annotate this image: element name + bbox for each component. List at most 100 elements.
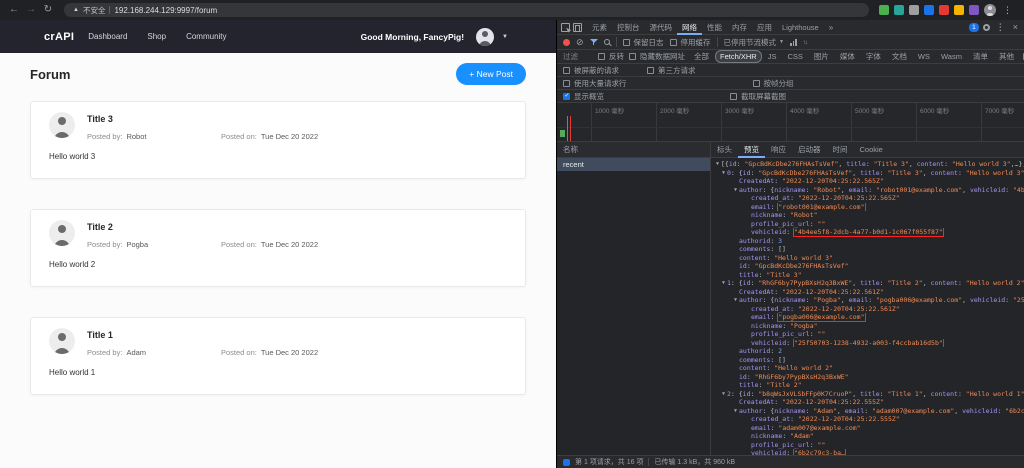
import-export-icon[interactable]: ↑↓ <box>803 39 808 46</box>
profile-avatar[interactable] <box>984 4 996 16</box>
third-party-checkbox[interactable]: 第三方请求 <box>647 65 696 76</box>
disable-cache-checkbox[interactable]: 停用缓存 <box>669 37 711 48</box>
json-line[interactable]: nickname: "Pogba" <box>713 322 1024 331</box>
throttling-dropdown[interactable]: 已停用节流模式 ▼ <box>724 37 784 48</box>
json-line[interactable]: ▼ 2: {id: "b8qWsJxVLSbFFp0K7CruoP", title… <box>713 390 1024 399</box>
filter-pill[interactable]: 全部 <box>690 51 713 62</box>
hide-data-urls-checkbox[interactable]: 隐藏数据网址 <box>629 51 685 62</box>
close-icon[interactable]: × <box>1011 22 1020 32</box>
extension-icon-6[interactable] <box>954 5 964 15</box>
post-card[interactable]: Title 3 Posted by: Robot Posted on: Tue De… <box>30 101 526 179</box>
filter-pill[interactable]: Wasm <box>937 51 966 62</box>
crapi-logo[interactable]: crAPI <box>44 31 74 43</box>
url-bar[interactable]: ▲ 不安全 192.168.244.129:9997/forum <box>64 3 869 17</box>
invert-checkbox[interactable]: 反转 <box>598 51 624 62</box>
filter-pill[interactable]: JS <box>764 51 781 62</box>
checked-checkbox[interactable] <box>563 92 570 100</box>
devtools-tab[interactable]: 元素 <box>587 20 612 35</box>
json-line[interactable]: id: "RhGF6by7PypBXsH2q3BxWE" <box>713 373 1024 382</box>
issues-badge[interactable]: 1 <box>969 22 979 32</box>
inspect-element-icon[interactable] <box>561 22 570 32</box>
post-title[interactable]: Title 2 <box>87 222 318 232</box>
checkbox[interactable] <box>622 38 630 46</box>
network-conditions-icon[interactable] <box>790 38 797 46</box>
devtools-tab[interactable]: Lighthouse <box>777 20 824 35</box>
capture-screenshots-checkbox[interactable]: 截取屏幕截图 <box>730 91 786 102</box>
json-line[interactable]: email: "robot001@example.com" <box>713 202 1024 211</box>
search-icon[interactable] <box>603 39 610 45</box>
extension-icon-4[interactable] <box>924 5 934 15</box>
json-line[interactable]: comments: [] <box>713 245 1024 254</box>
more-tabs-icon[interactable]: » <box>827 23 835 32</box>
filter-pill[interactable]: 清单 <box>969 51 992 62</box>
json-line[interactable]: ▼ author: {nickname: "Adam", email: "adam… <box>713 407 1024 416</box>
json-line[interactable]: authorid: 3 <box>713 237 1024 246</box>
browser-menu-icon[interactable]: ⋮ <box>1001 5 1014 16</box>
device-toolbar-icon[interactable] <box>573 22 582 32</box>
new-post-button[interactable]: + New Post <box>456 63 526 85</box>
json-line[interactable]: content: "Hello world 2" <box>713 364 1024 373</box>
large-rows-checkbox[interactable]: 使用大量请求行 <box>563 78 627 89</box>
json-line[interactable]: ▼ author: {nickname: "Pogba", email: "pog… <box>713 296 1024 305</box>
extension-icon-3[interactable] <box>909 5 919 15</box>
json-line[interactable]: content: "Hello world 3" <box>713 254 1024 263</box>
post-card[interactable]: Title 1 Posted by: Adam Posted on: Tue Dec… <box>30 317 526 395</box>
clear-icon[interactable]: ⊘ <box>576 37 584 47</box>
back-icon[interactable]: ← <box>8 0 20 20</box>
post-title[interactable]: Title 1 <box>87 330 318 340</box>
devtools-tab[interactable]: 源代码 <box>645 20 678 35</box>
chevron-down-icon[interactable]: ▼ <box>502 34 508 40</box>
group-by-frame-checkbox[interactable]: 按帧分组 <box>752 78 794 89</box>
filter-pill[interactable]: 媒体 <box>836 51 859 62</box>
json-line[interactable]: authorid: 2 <box>713 347 1024 356</box>
devtools-tab[interactable]: 应用 <box>752 20 777 35</box>
json-line[interactable]: created_at: "2022-12-20T04:25:22.561Z" <box>713 305 1024 314</box>
detail-tab[interactable]: 响应 <box>765 142 792 158</box>
preserve-log-checkbox[interactable]: 保留日志 <box>622 37 664 48</box>
filter-pill[interactable]: CSS <box>783 51 806 62</box>
post-title[interactable]: Title 3 <box>87 114 318 124</box>
json-line[interactable]: ▼ 1: {id: "RhGF6by7PypBXsH2q3BxWE", title… <box>713 279 1024 288</box>
network-overview-timeline[interactable]: 1000 毫秒 2000 毫秒 3000 毫秒 4000 毫秒 5000 毫秒 6000 … <box>557 103 1024 142</box>
detail-tab[interactable]: 标头 <box>711 142 738 158</box>
forward-icon[interactable]: → <box>25 0 37 20</box>
user-avatar[interactable] <box>476 27 495 46</box>
post-card[interactable]: Title 2 Posted by: Pogba Posted on: Tue De… <box>30 209 526 287</box>
filter-pill[interactable]: 其他 <box>995 51 1018 62</box>
detail-tab[interactable]: 时间 <box>827 142 854 158</box>
filter-icon[interactable] <box>589 38 598 46</box>
devtools-tab[interactable]: 网络 <box>677 20 702 35</box>
json-line[interactable]: email: "pogba006@example.com" <box>713 313 1024 322</box>
filter-input[interactable]: 过滤 <box>563 51 593 62</box>
filter-pill[interactable]: Fetch/XHR <box>716 51 761 62</box>
name-column-header[interactable]: 名称 <box>557 142 710 158</box>
nav-item[interactable]: Shop <box>147 32 166 41</box>
checkbox[interactable] <box>669 38 677 46</box>
blocked-requests-checkbox[interactable]: 被屏蔽的请求 <box>563 65 619 76</box>
nav-item[interactable]: Community <box>186 32 226 41</box>
request-row[interactable]: recent <box>557 158 710 171</box>
detail-tab[interactable]: 预览 <box>738 142 765 158</box>
detail-tab[interactable]: Cookie <box>854 142 889 158</box>
settings-gear-icon[interactable] <box>982 23 990 31</box>
json-line[interactable]: ▼ author: {nickname: "Robot", email: "rob… <box>713 186 1024 195</box>
filter-pill[interactable]: 字体 <box>862 51 885 62</box>
json-line[interactable]: email: "adam007@example.com" <box>713 424 1024 433</box>
devtools-tab[interactable]: 内存 <box>727 20 752 35</box>
show-overview-checkbox[interactable]: 显示概览 <box>563 91 604 102</box>
devtools-tab[interactable]: 控制台 <box>612 20 645 35</box>
json-line[interactable]: profile_pic_url: "" <box>713 330 1024 339</box>
json-line[interactable]: CreatedAt: "2022-12-20T04:25:22.565Z" <box>713 177 1024 186</box>
json-line[interactable]: profile_pic_url: "" <box>713 220 1024 229</box>
json-line[interactable]: created_at: "2022-12-20T04:25:22.565Z" <box>713 194 1024 203</box>
reload-icon[interactable]: ↻ <box>42 0 54 20</box>
devtools-tab[interactable]: 性能 <box>702 20 727 35</box>
filter-pill[interactable]: 文档 <box>888 51 911 62</box>
record-icon[interactable] <box>563 38 570 46</box>
json-line[interactable]: nickname: "Adam" <box>713 432 1024 441</box>
extension-icon-5[interactable] <box>939 5 949 15</box>
filter-pill[interactable]: WS <box>914 51 934 62</box>
json-line[interactable]: title: "Title 2" <box>713 381 1024 390</box>
json-line[interactable]: profile_pic_url: "" <box>713 441 1024 450</box>
json-line[interactable]: CreatedAt: "2022-12-20T04:25:22.555Z" <box>713 398 1024 407</box>
